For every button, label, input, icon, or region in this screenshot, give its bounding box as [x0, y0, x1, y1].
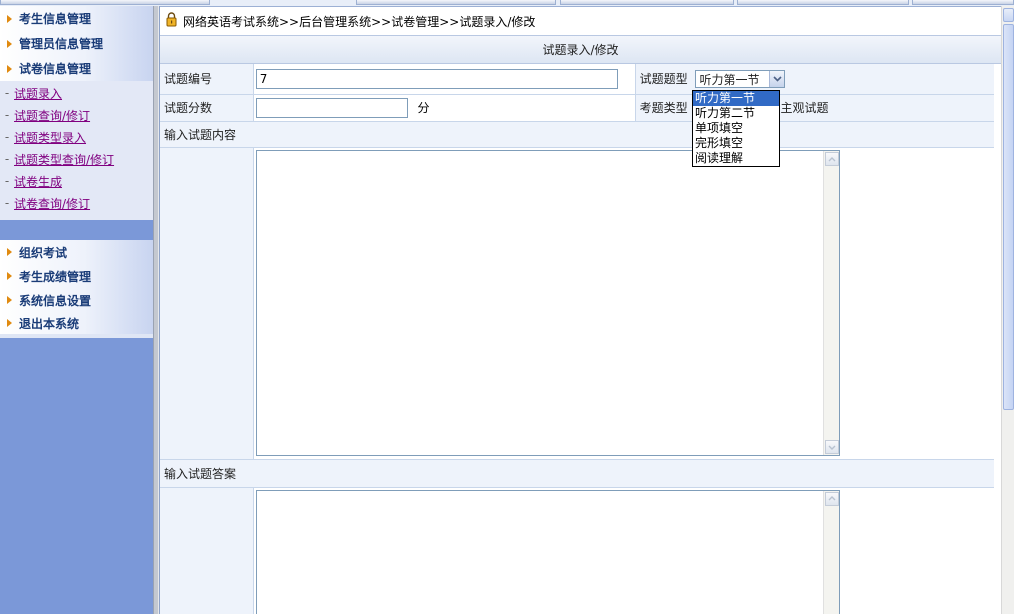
- submenu-link-paper-query[interactable]: 试卷查询/修订: [14, 195, 90, 212]
- cell-question-id: [253, 64, 636, 95]
- dropdown-option[interactable]: 听力第二节: [693, 106, 779, 121]
- submenu-link-type-entry[interactable]: 试题类型录入: [14, 129, 86, 146]
- submenu-link-paper-generate[interactable]: 试卷生成: [14, 173, 62, 190]
- menu-item-paper-info[interactable]: 试卷信息管理: [0, 56, 153, 81]
- menu-label: 试卷信息管理: [19, 62, 92, 76]
- label-question-id: 试题编号: [160, 64, 254, 95]
- sidebar-top-group: 考生信息管理 管理员信息管理 试卷信息管理 - 试题录入 - 试题查询/修订 - 试题…: [0, 6, 153, 220]
- label-question-content: 输入试题内容: [160, 121, 994, 148]
- menu-label: 退出本系统: [19, 316, 80, 331]
- cell-question-score: 分: [253, 94, 636, 122]
- menu-label: 考生信息管理: [19, 12, 92, 26]
- answer-label-spacer: [160, 487, 254, 614]
- question-score-input[interactable]: [255, 97, 408, 118]
- main-content: 网络英语考试系统>>后台管理系统>>试卷管理>>试题录入/修改 试题录入/修改 …: [159, 6, 1001, 614]
- menu-label: 考生成绩管理: [19, 269, 92, 284]
- bullet-dash-icon: -: [4, 152, 10, 166]
- question-answer-textarea[interactable]: [255, 489, 840, 614]
- submenu-item: - 试卷查询/修订: [0, 192, 153, 214]
- question-form: 试题编号 试题题型 听力第一节 试题分数 分 考题类型: [160, 64, 994, 614]
- submenu-item: - 试题录入: [0, 82, 153, 104]
- scroll-down-icon[interactable]: [824, 440, 839, 454]
- arrow-right-icon: [7, 248, 12, 256]
- arrow-right-icon: [7, 64, 12, 73]
- submenu-item: - 试题查询/修订: [0, 104, 153, 126]
- question-type-select[interactable]: 听力第一节: [695, 70, 786, 88]
- paper-submenu: - 试题录入 - 试题查询/修订 - 试题类型录入 - 试题类型查询/修订 - 试卷生成 …: [0, 81, 153, 220]
- question-content-textarea[interactable]: [255, 150, 840, 456]
- scroll-up-icon[interactable]: [1003, 8, 1014, 22]
- lock-icon: [166, 11, 177, 26]
- submenu-link-question-entry[interactable]: 试题录入: [14, 85, 62, 102]
- arrow-right-icon: [7, 272, 12, 280]
- menu-item-admin-info[interactable]: 管理员信息管理: [0, 31, 153, 56]
- scroll-up-icon[interactable]: [824, 152, 839, 166]
- submenu-item: - 试卷生成: [0, 170, 153, 192]
- submenu-link-type-query[interactable]: 试题类型查询/修订: [14, 151, 114, 168]
- menu-label: 组织考试: [19, 245, 68, 260]
- arrow-right-icon: [7, 39, 12, 48]
- dropdown-option[interactable]: 单项填空: [693, 121, 779, 136]
- score-unit: 分: [417, 100, 430, 115]
- submenu-item: - 试题类型查询/修订: [0, 148, 153, 170]
- breadcrumb: 网络英语考试系统>>后台管理系统>>试卷管理>>试题录入/修改: [160, 6, 1001, 36]
- bullet-dash-icon: -: [4, 130, 10, 144]
- menu-label: 管理员信息管理: [19, 37, 104, 51]
- dropdown-option[interactable]: 阅读理解: [693, 151, 779, 166]
- cell-question-content: [253, 147, 994, 460]
- question-type-dropdown: 听力第一节 听力第二节 单项填空 完形填空 阅读理解: [692, 90, 780, 167]
- bullet-dash-icon: -: [4, 86, 10, 100]
- question-category-value: 主观试题: [780, 101, 829, 115]
- menu-item-score-management[interactable]: 考生成绩管理: [0, 264, 153, 288]
- chevron-down-icon[interactable]: [769, 71, 785, 87]
- menu-item-student-info[interactable]: 考生信息管理: [0, 6, 153, 31]
- cell-question-category: 考题类型 主观试题: [635, 94, 994, 122]
- submenu-item: - 试题类型录入: [0, 126, 153, 148]
- label-question-score: 试题分数: [160, 94, 254, 122]
- menu-item-system-settings[interactable]: 系统信息设置: [0, 288, 153, 312]
- cell-question-answer: [253, 487, 994, 614]
- sidebar-divider: [0, 220, 153, 240]
- menu-label: 系统信息设置: [19, 293, 92, 308]
- panel-title: 试题录入/修改: [160, 36, 1001, 64]
- sidebar-bottom-edge: [0, 334, 153, 338]
- textarea-scrollbar[interactable]: [822, 490, 839, 614]
- textarea-scrollbar[interactable]: [822, 151, 839, 455]
- scroll-up-icon[interactable]: [824, 491, 839, 506]
- window-scrollbar[interactable]: [1001, 6, 1014, 614]
- menu-item-logout[interactable]: 退出本系统: [0, 312, 153, 334]
- arrow-right-icon: [7, 319, 12, 327]
- menu-item-organize-exam[interactable]: 组织考试: [0, 240, 153, 264]
- question-id-input[interactable]: [255, 68, 618, 89]
- sidebar: 考生信息管理 管理员信息管理 试卷信息管理 - 试题录入 - 试题查询/修订 - 试题…: [0, 6, 153, 614]
- question-type-selected: 听力第一节: [699, 72, 760, 87]
- label-question-type: 试题题型: [639, 71, 688, 86]
- sidebar-bottom-group: 组织考试 考生成绩管理 系统信息设置 退出本系统: [0, 240, 153, 338]
- dropdown-option[interactable]: 完形填空: [693, 136, 779, 151]
- dropdown-option[interactable]: 听力第一节: [693, 91, 779, 106]
- bullet-dash-icon: -: [4, 108, 10, 122]
- arrow-right-icon: [7, 296, 12, 304]
- scroll-thumb[interactable]: [1003, 24, 1014, 410]
- content-label-spacer: [160, 147, 254, 460]
- arrow-right-icon: [7, 14, 12, 23]
- label-question-category: 考题类型: [639, 101, 688, 115]
- submenu-link-question-query[interactable]: 试题查询/修订: [14, 107, 90, 124]
- label-question-answer: 输入试题答案: [160, 459, 994, 488]
- bullet-dash-icon: -: [4, 174, 10, 188]
- bullet-dash-icon: -: [4, 196, 10, 210]
- cell-question-type: 试题题型 听力第一节: [635, 64, 994, 95]
- breadcrumb-text: 网络英语考试系统>>后台管理系统>>试卷管理>>试题录入/修改: [183, 14, 536, 29]
